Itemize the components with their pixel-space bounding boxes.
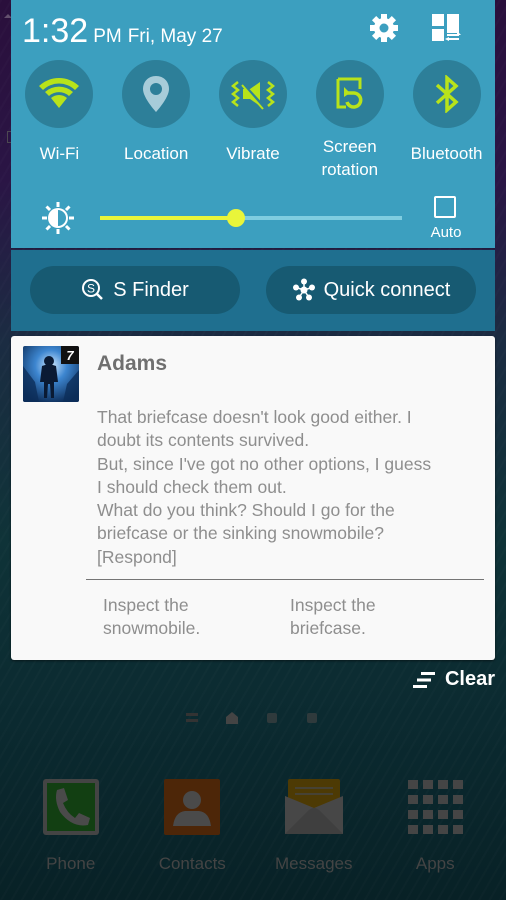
quick-connect-label: Quick connect: [323, 278, 451, 301]
apps-grid-cell: [423, 825, 434, 834]
clear-label: Clear: [444, 668, 495, 690]
edit-quick-settings-button[interactable]: [430, 12, 462, 44]
svg-text:7: 7: [66, 348, 74, 363]
app-icon: 7: [23, 346, 79, 402]
page-indicator-list[interactable]: [186, 712, 198, 724]
gear-icon: [370, 14, 398, 42]
wifi-icon: [39, 78, 80, 108]
dock-messages[interactable]: Messages: [253, 770, 374, 874]
apps-grid-cell: [453, 810, 464, 819]
apps-grid-cell: [453, 780, 464, 789]
dock-apps-label: Apps: [415, 854, 455, 873]
action-inspect-briefcase[interactable]: Inspect the briefcase.: [290, 594, 460, 641]
quick-toggles: Wi-Fi Location Vibrate Screen rotation B…: [11, 60, 495, 181]
apps-grid-icon: [408, 780, 464, 834]
toggle-location-label: Location: [124, 144, 189, 163]
bluetooth-icon: [435, 75, 459, 113]
apps-grid-cell: [453, 825, 464, 834]
brightness-slider-fill: [100, 216, 236, 220]
notification-body: That briefcase doesn't look good either.…: [97, 407, 432, 567]
phone-icon: [42, 779, 99, 835]
page-indicators: [186, 712, 346, 724]
page-indicator-dot[interactable]: [266, 712, 278, 724]
clock-date: Fri, May 27: [127, 26, 223, 47]
page-indicator-dot[interactable]: [306, 712, 318, 724]
dock-contacts[interactable]: Contacts: [132, 770, 253, 874]
toggle-bluetooth-label: Bluetooth: [410, 144, 483, 163]
apps-grid-cell: [408, 810, 419, 819]
dock-contacts-label: Contacts: [158, 854, 226, 873]
apps-grid-cell: [423, 795, 434, 804]
dock: Phone Contacts Messages Apps: [0, 770, 506, 874]
apps-grid-cell: [408, 780, 419, 789]
action-inspect-snowmobile[interactable]: Inspect the snowmobile.: [103, 594, 273, 641]
toggle-wifi-label: Wi-Fi: [39, 144, 80, 163]
dock-phone[interactable]: Phone: [10, 770, 131, 874]
clear-all-icon: [412, 671, 435, 688]
svg-text:S: S: [87, 282, 95, 296]
auto-brightness-checkbox[interactable]: [434, 196, 456, 218]
auto-brightness-label: Auto: [430, 224, 462, 241]
brightness-slider-thumb[interactable]: [226, 209, 245, 227]
messages-icon: [284, 779, 343, 834]
quick-connect-button[interactable]: Quick connect: [266, 266, 476, 314]
screen-rotation-icon: [336, 77, 363, 109]
notification-divider: [86, 579, 484, 580]
clock-ampm: PM: [93, 26, 122, 47]
clock: 1:32 PM Fri, May 27: [22, 12, 223, 51]
apps-grid-cell: [438, 795, 449, 804]
toggle-bluetooth[interactable]: Bluetooth: [398, 60, 495, 181]
s-finder-button[interactable]: S S Finder: [30, 266, 240, 314]
apps-grid-cell: [408, 825, 419, 834]
quick-connect-icon: [292, 278, 315, 301]
contacts-icon: [164, 779, 221, 835]
apps-grid-cell: [438, 825, 449, 834]
page-indicator-home[interactable]: [226, 712, 238, 724]
apps-grid-cell: [423, 780, 434, 789]
apps-grid-cell: [408, 795, 419, 804]
vibrate-icon: [230, 80, 275, 110]
s-finder-icon: S: [82, 279, 104, 300]
s-finder-label: S Finder: [113, 278, 189, 301]
apps-grid-cell: [438, 780, 449, 789]
settings-button[interactable]: [368, 12, 400, 44]
notification-title: Adams: [97, 352, 168, 375]
brightness-icon: [40, 200, 76, 236]
apps-grid-cell: [438, 810, 449, 819]
toggle-vibrate[interactable]: Vibrate: [205, 60, 302, 181]
toggle-wifi[interactable]: Wi-Fi: [11, 60, 108, 181]
dock-apps[interactable]: Apps: [375, 770, 496, 874]
brightness-slider[interactable]: [100, 209, 402, 227]
grid-edit-icon: [432, 14, 461, 41]
clear-notifications-button[interactable]: Clear: [412, 668, 495, 691]
notification-card[interactable]: 7 Adams That briefcase doesn't look good…: [11, 336, 495, 660]
toggle-location[interactable]: Location: [108, 60, 205, 181]
toggle-screen-rotation[interactable]: Screen rotation: [301, 60, 398, 181]
apps-grid-cell: [423, 810, 434, 819]
apps-grid-cell: [453, 795, 464, 804]
dock-messages-label: Messages: [275, 854, 353, 873]
toggle-screen-rotation-label: Screen rotation: [321, 137, 379, 179]
toggle-vibrate-label: Vibrate: [226, 144, 280, 163]
dock-phone-label: Phone: [46, 854, 96, 873]
location-pin-icon: [143, 76, 170, 112]
clock-time: 1:32: [22, 12, 89, 50]
